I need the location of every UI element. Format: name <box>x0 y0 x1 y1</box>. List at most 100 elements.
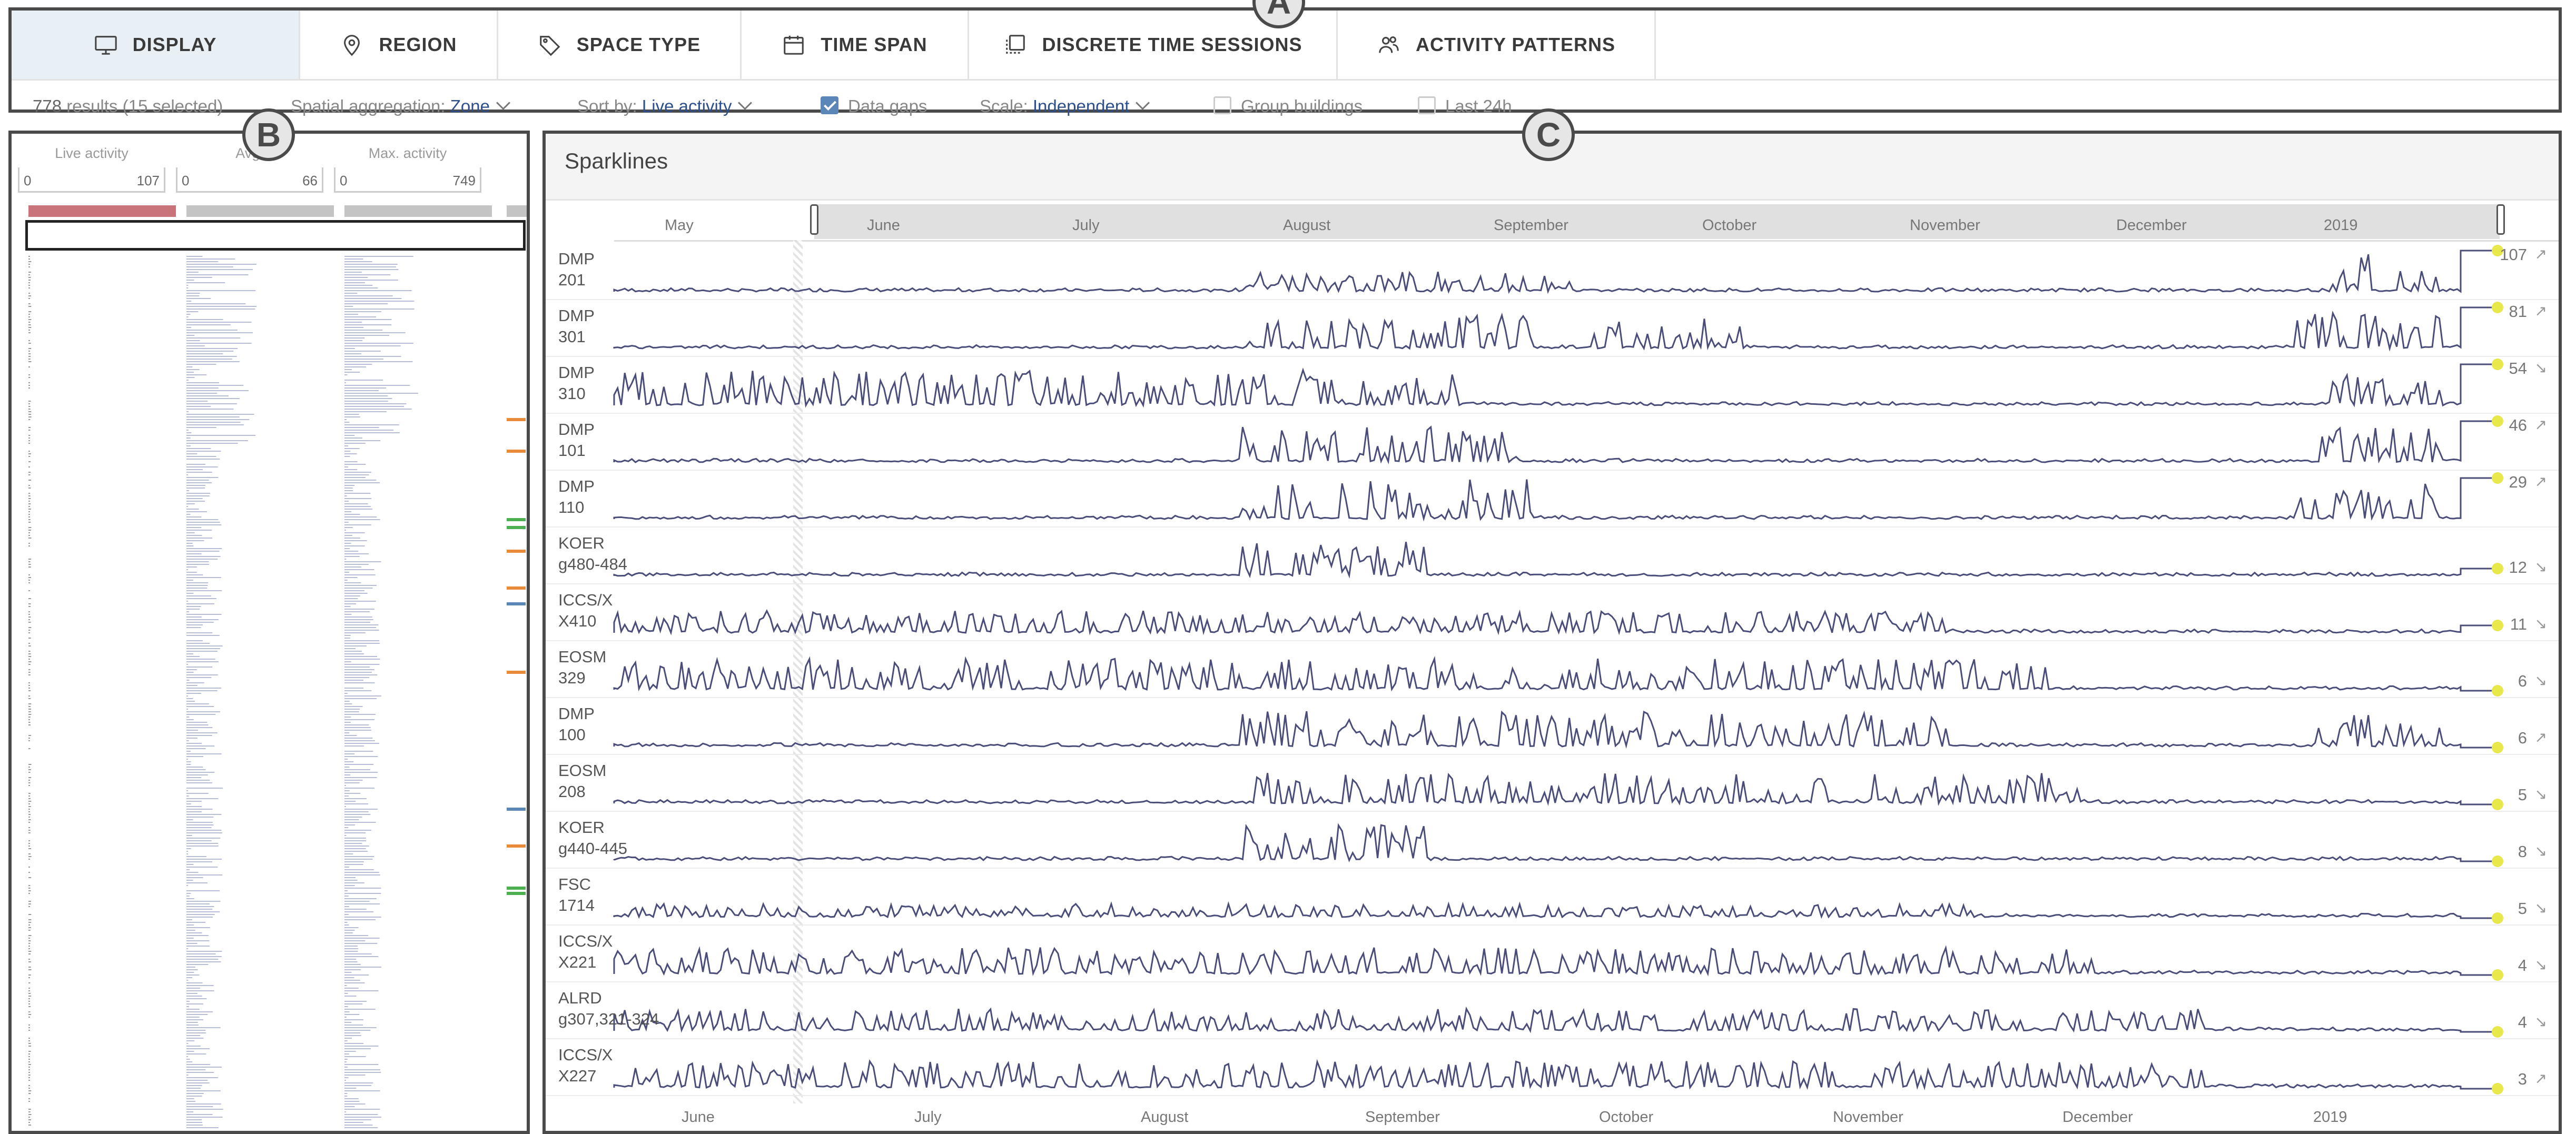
tab-time-span[interactable]: TIME SPAN <box>742 11 969 79</box>
table-row-bar <box>186 938 194 939</box>
table-row-bar <box>186 482 212 483</box>
sparkline-row-label[interactable]: DMP 110 <box>558 476 595 518</box>
table-row-bar <box>344 961 358 962</box>
sparkline-row-label[interactable]: EOSM 329 <box>558 646 606 689</box>
table-row-bar <box>344 622 371 623</box>
table-row-bar <box>186 861 213 862</box>
table-row-bar <box>186 922 205 923</box>
sparkline-row-label[interactable]: ICCS/X X221 <box>558 931 613 973</box>
last-24h-checkbox[interactable]: Last 24h <box>1418 96 1512 116</box>
table-row-bar <box>186 1038 204 1039</box>
table-row-bar <box>28 1011 31 1012</box>
sparkline-series[interactable] <box>613 420 2498 464</box>
table-row-bar <box>344 1117 381 1118</box>
sparkline-series[interactable] <box>613 1006 2498 1033</box>
sparkline-series[interactable] <box>613 477 2498 522</box>
table-row-bar <box>186 514 191 515</box>
table-row-bar <box>186 411 189 412</box>
table-row-bar <box>28 506 30 507</box>
table-row-bar <box>28 330 30 331</box>
table-row-bar <box>186 622 214 623</box>
table-row-bar <box>186 996 202 997</box>
table-row-bar <box>28 695 30 697</box>
tab-region[interactable]: REGION <box>300 11 498 79</box>
sparkline-series[interactable] <box>613 655 2498 692</box>
scale-dropdown[interactable]: Scale: Independent <box>980 96 1150 116</box>
sparkline-row-label[interactable]: DMP 201 <box>558 248 595 291</box>
table-row-bar <box>344 967 381 968</box>
table-row-bar <box>344 680 364 681</box>
table-row-bar <box>344 588 373 589</box>
table-row-bar <box>344 295 393 296</box>
table-row-bar <box>344 482 380 483</box>
sparkline-series[interactable] <box>613 1059 2498 1091</box>
table-row-bar <box>186 311 199 312</box>
table-row-bar <box>28 906 30 907</box>
table-row-bar <box>186 264 257 265</box>
table-row-bar <box>186 366 193 367</box>
spatial-aggregation-dropdown[interactable]: Spatial aggregation: Zone <box>291 96 510 116</box>
sparkline-series[interactable] <box>613 306 2498 352</box>
sparkline-row-label[interactable]: ICCS/X X227 <box>558 1045 613 1087</box>
group-buildings-checkbox[interactable]: Group buildings <box>1213 96 1363 116</box>
table-row-bar <box>344 709 360 710</box>
table-row-bar <box>186 811 202 812</box>
table-row-bar <box>28 748 31 749</box>
tab-space-type[interactable]: SPACE TYPE <box>498 11 742 79</box>
table-row-bar <box>186 695 188 697</box>
sparkline-series[interactable] <box>613 823 2498 863</box>
table-row-bar <box>186 301 192 302</box>
table-row-bar <box>344 1098 359 1099</box>
table-row-bar <box>344 582 361 583</box>
sparkline-series[interactable] <box>613 772 2498 806</box>
row-divider <box>546 697 2559 698</box>
sparkline-series[interactable] <box>613 945 2498 977</box>
tab-display[interactable]: DISPLAY <box>12 11 300 79</box>
table-row-bar <box>344 1101 360 1102</box>
table-row-bar <box>28 382 30 383</box>
table-row-bar <box>186 485 205 486</box>
sparkline-row-label[interactable]: EOSM 208 <box>558 760 606 802</box>
sparkline-series[interactable] <box>613 901 2498 919</box>
table-row-bar <box>344 477 366 478</box>
table-row-bar <box>28 682 30 683</box>
table-row-bar <box>344 848 366 849</box>
table-rows-overview[interactable] <box>12 134 527 1134</box>
sort-by-dropdown[interactable]: Sort by: Live activity <box>577 96 753 116</box>
table-row-bar <box>28 803 30 804</box>
sparkline-series[interactable] <box>613 609 2498 635</box>
table-row-bar <box>186 1067 222 1068</box>
table-row-bar <box>28 401 31 402</box>
table-row-bar <box>28 287 30 289</box>
sparkline-row-label[interactable]: KOER g480-484 <box>558 533 627 575</box>
table-row-bar <box>186 1035 201 1036</box>
sparkline-series[interactable] <box>613 250 2498 294</box>
table-row-bar <box>186 295 200 296</box>
table-row-bar <box>344 651 362 652</box>
sparkline-row-label[interactable]: DMP 100 <box>558 703 595 745</box>
data-gaps-checkbox[interactable]: Data gaps <box>821 96 927 116</box>
selection-box[interactable] <box>25 220 526 251</box>
sparkline-series[interactable] <box>613 363 2498 408</box>
table-row-bar <box>344 988 359 989</box>
table-row-bar <box>344 382 346 383</box>
table-row-bar <box>186 669 197 670</box>
tab-activity-patterns[interactable]: ACTIVITY PATTERNS <box>1338 11 1656 79</box>
sparkline-row-label[interactable]: DMP 310 <box>558 362 595 404</box>
sparkline-row-label[interactable]: KOER g440-445 <box>558 817 627 859</box>
table-row-bar <box>186 1127 219 1128</box>
table-row-bar <box>344 548 350 549</box>
table-row-bar <box>186 680 190 681</box>
sparkline-series[interactable] <box>613 542 2498 579</box>
sparkline-row-label[interactable]: DMP 301 <box>558 305 595 347</box>
table-row-bar <box>28 940 31 941</box>
sparkline-row-label[interactable]: FSC 1714 <box>558 874 595 916</box>
table-row-bar <box>28 361 32 362</box>
sparkline-row-label[interactable]: DMP 101 <box>558 419 595 461</box>
sparkline-row-label[interactable]: ALRD g307,321-324 <box>558 988 659 1030</box>
table-row-bar <box>344 953 372 954</box>
sparkline-series[interactable] <box>613 710 2498 749</box>
sparkline-row-label[interactable]: ICCS/X X410 <box>558 590 613 632</box>
table-row-bar <box>186 953 216 954</box>
table-row-bar <box>186 906 214 907</box>
